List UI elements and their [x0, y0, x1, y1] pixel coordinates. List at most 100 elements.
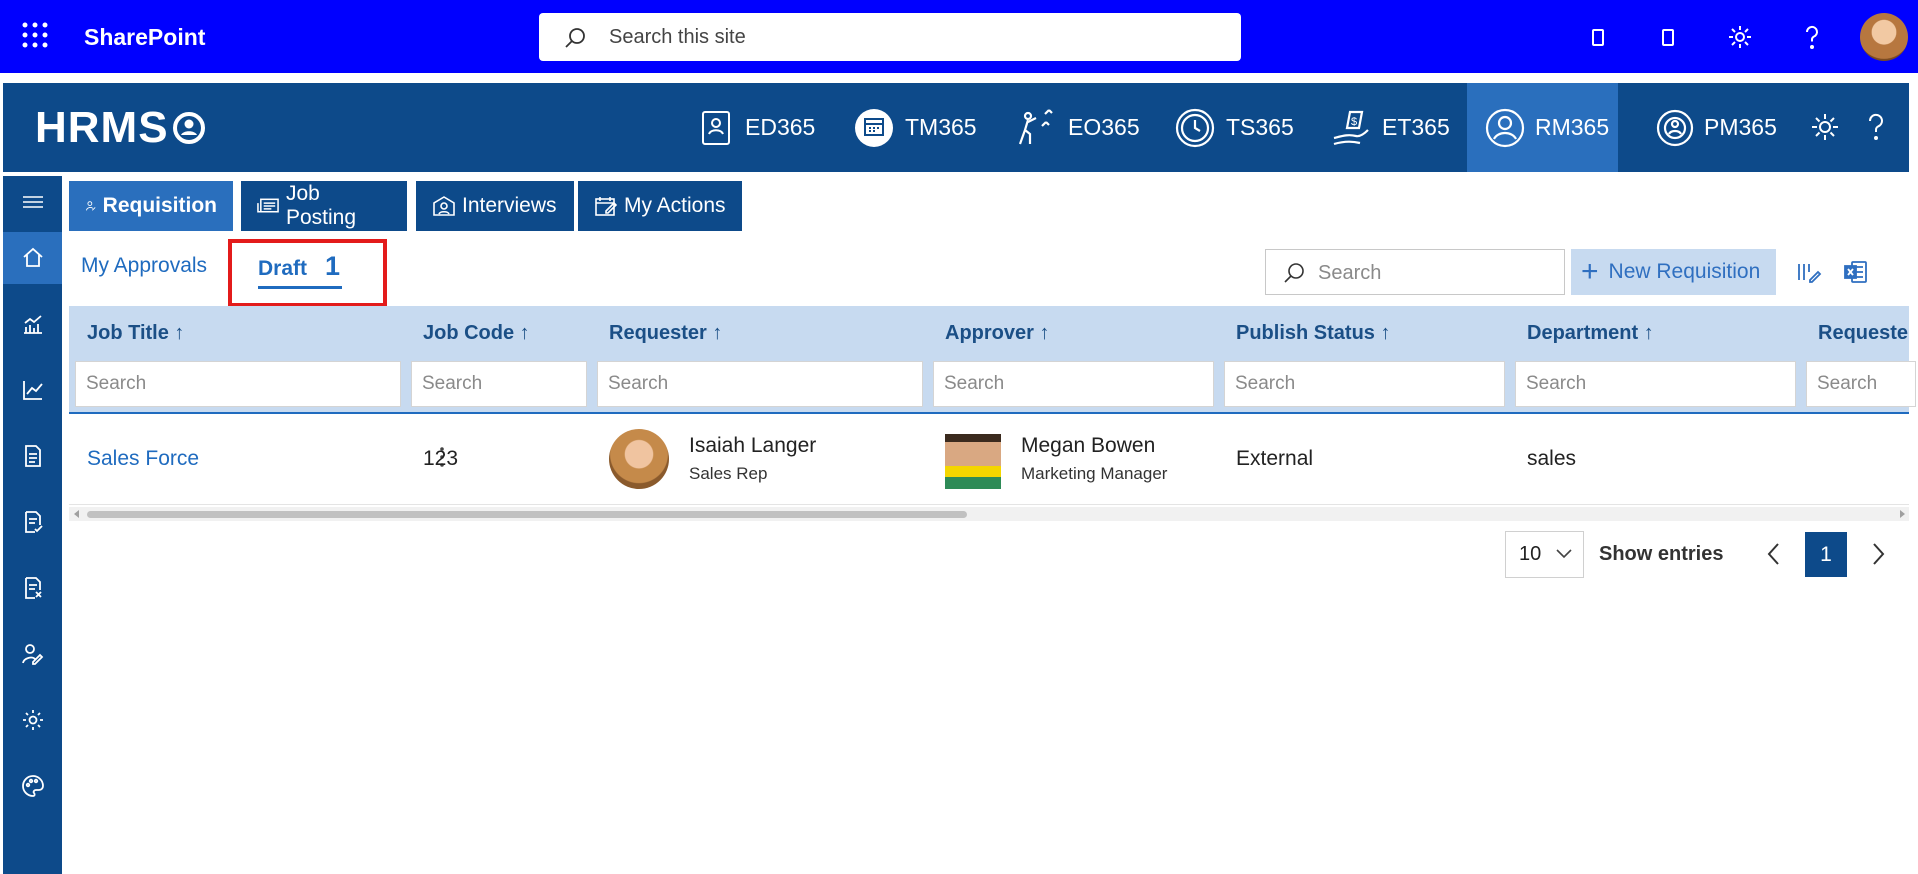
scrollbar-thumb[interactable]	[87, 511, 967, 518]
module-label: RM365	[1535, 114, 1610, 140]
module-label: ED365	[745, 114, 816, 140]
tab-label: Requisition	[102, 194, 217, 217]
column-header-publish-status[interactable]: Publish Status ↑	[1236, 322, 1390, 345]
module-eo365[interactable]: EO365	[1008, 83, 1148, 172]
person-icon	[86, 201, 96, 211]
column-header-department[interactable]: Department ↑	[1527, 322, 1654, 345]
filter-input[interactable]	[1516, 362, 1795, 406]
column-header-job-title[interactable]: Job Title ↑	[87, 322, 184, 345]
help-icon[interactable]	[1797, 22, 1827, 52]
filter-approver[interactable]	[933, 361, 1214, 407]
filter-input[interactable]	[412, 362, 586, 406]
tab-interviews[interactable]: Interviews	[416, 181, 574, 231]
logo-badge-icon	[172, 112, 205, 144]
onboarding-icon	[1018, 108, 1053, 144]
filter-requested[interactable]	[1806, 361, 1916, 407]
page-number-button[interactable]: 1	[1805, 532, 1847, 577]
svg-text:$: $	[1351, 116, 1357, 128]
home-icon[interactable]	[3, 232, 62, 284]
column-header-approver[interactable]: Approver ↑	[945, 322, 1049, 345]
performance-icon	[1656, 109, 1694, 146]
calendar-edit-icon	[595, 197, 618, 216]
tab-job-posting[interactable]: Job Posting	[241, 181, 407, 231]
palette-icon[interactable]	[3, 760, 62, 812]
filter-publish-status[interactable]	[1224, 361, 1505, 407]
module-ts365[interactable]: TS365	[1166, 83, 1302, 172]
grid-search-box[interactable]	[1265, 249, 1565, 295]
grid-search-input[interactable]	[1318, 259, 1553, 287]
filter-input[interactable]	[76, 362, 400, 406]
site-search-box[interactable]	[539, 13, 1241, 61]
next-page-icon[interactable]	[1870, 540, 1886, 568]
table-row[interactable]: Sales Force 123 Isaiah Langer Sales Rep …	[69, 414, 1909, 504]
approver-cell: Megan Bowen Marketing Manager	[945, 414, 1167, 504]
device-icon[interactable]	[1583, 22, 1613, 52]
user-avatar[interactable]	[1860, 13, 1908, 61]
scroll-right-icon[interactable]	[1898, 510, 1906, 518]
left-rail	[3, 176, 62, 874]
filter-input[interactable]	[934, 362, 1213, 406]
filter-department[interactable]	[1515, 361, 1796, 407]
module-rm365[interactable]: RM365	[1467, 83, 1618, 172]
requester-cell: Isaiah Langer Sales Rep	[609, 414, 816, 504]
page-size-select[interactable]: 10	[1505, 531, 1584, 578]
filter-requester[interactable]	[597, 361, 923, 407]
column-header-requester[interactable]: Requester ↑	[609, 322, 722, 345]
calendar-icon	[855, 108, 893, 147]
subtab-my-approvals[interactable]: My Approvals	[81, 254, 207, 278]
module-label: TS365	[1226, 114, 1294, 140]
tab-requisition[interactable]: Requisition	[69, 181, 233, 231]
requester-avatar	[609, 429, 669, 489]
filter-job-title[interactable]	[75, 361, 401, 407]
search-icon	[1282, 261, 1306, 285]
module-tm365[interactable]: TM365	[845, 83, 985, 172]
newspaper-icon	[257, 198, 279, 213]
highlight-box	[228, 239, 387, 307]
filter-input[interactable]	[1807, 362, 1915, 406]
approver-role: Marketing Manager	[1021, 464, 1168, 483]
recruit-person-icon	[1485, 108, 1525, 147]
approver-name: Megan Bowen	[1021, 434, 1156, 457]
menu-icon[interactable]	[3, 176, 62, 228]
document-icon[interactable]	[3, 430, 62, 482]
line-chart-icon[interactable]	[3, 364, 62, 416]
tab-my-actions[interactable]: My Actions	[578, 181, 742, 231]
hrms-logo[interactable]: HRMS	[35, 103, 206, 153]
filter-input[interactable]	[598, 362, 922, 406]
document-x-icon[interactable]	[3, 562, 62, 614]
person-edit-icon[interactable]	[3, 628, 62, 680]
job-title-link[interactable]: Sales Force	[87, 414, 199, 504]
module-label: PM365	[1704, 114, 1777, 140]
filter-input[interactable]	[1225, 362, 1504, 406]
interview-icon	[433, 196, 455, 216]
employee-directory-icon	[702, 110, 730, 145]
module-pm365[interactable]: PM365	[1648, 83, 1785, 172]
analytics-icon[interactable]	[3, 298, 62, 350]
excel-export-icon[interactable]	[1843, 260, 1869, 284]
filter-job-code[interactable]	[411, 361, 587, 407]
requester-role: Sales Rep	[689, 464, 768, 483]
suite-bar: SharePoint	[0, 0, 1918, 73]
waffle-icon[interactable]	[20, 20, 50, 50]
expense-icon: $	[1333, 110, 1369, 145]
document-check-icon[interactable]	[3, 496, 62, 548]
module-label: EO365	[1068, 114, 1140, 140]
header-settings-icon[interactable]	[1809, 111, 1841, 143]
module-et365[interactable]: $ ET365	[1322, 83, 1458, 172]
new-requisition-button[interactable]: + New Requisition	[1571, 249, 1776, 295]
site-search-input[interactable]	[609, 21, 1209, 53]
horizontal-scrollbar[interactable]	[69, 507, 1909, 521]
header-help-icon[interactable]	[1861, 111, 1891, 143]
tab-label: My Actions	[624, 194, 726, 217]
device-icon-2[interactable]	[1653, 22, 1683, 52]
column-header-requested[interactable]: Requeste	[1818, 322, 1908, 345]
module-ed365[interactable]: ED365	[689, 83, 823, 172]
previous-page-icon[interactable]	[1766, 540, 1782, 568]
column-edit-icon[interactable]	[1796, 260, 1822, 284]
settings-icon[interactable]	[3, 694, 62, 746]
settings-gear-icon[interactable]	[1725, 22, 1755, 52]
column-header-job-code[interactable]: Job Code ↑	[423, 322, 530, 345]
app-name[interactable]: SharePoint	[84, 24, 205, 51]
logo-text: HRMS	[35, 103, 169, 152]
scroll-left-icon[interactable]	[73, 510, 81, 518]
